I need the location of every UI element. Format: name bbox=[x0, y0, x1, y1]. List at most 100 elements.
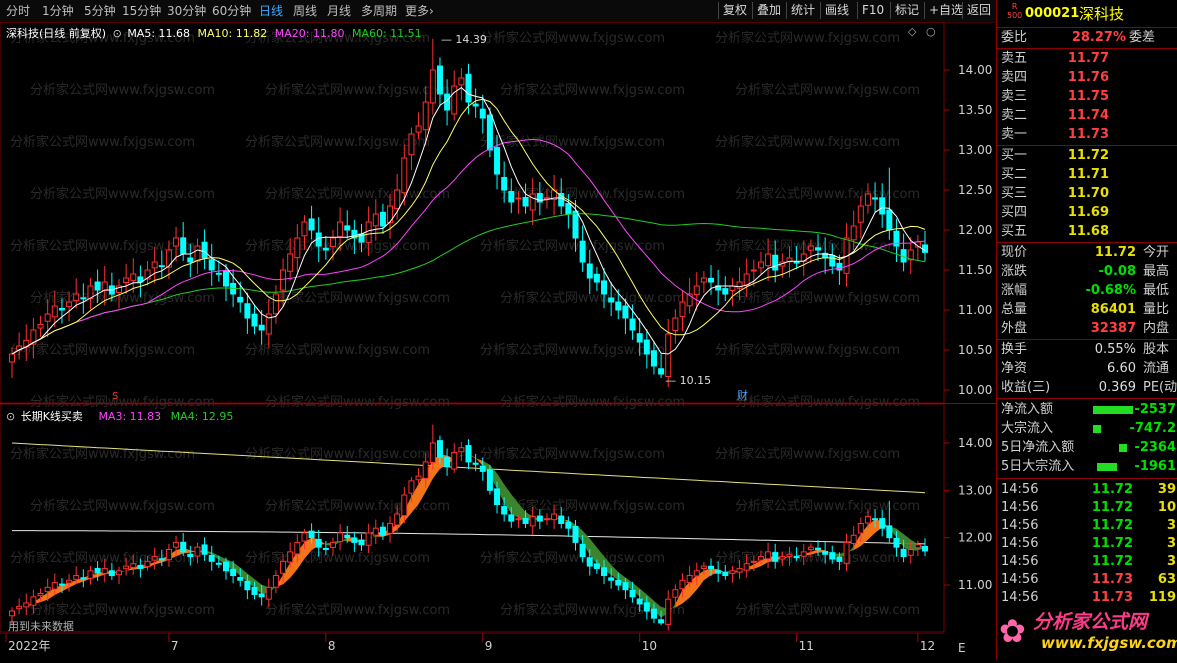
adjust-button[interactable]: 复权 bbox=[718, 2, 751, 19]
bid-price: 11.68 bbox=[1067, 224, 1109, 239]
sub-candle-body bbox=[565, 521, 572, 529]
low-label: — 10.15 bbox=[665, 374, 711, 387]
sub-candle-body bbox=[807, 546, 814, 551]
bid-row[interactable]: 买一 11.72 bbox=[999, 147, 1176, 165]
tab-60min[interactable]: 60分钟 bbox=[212, 3, 251, 19]
quote-label: 涨幅 bbox=[1001, 283, 1028, 298]
sub-candle-body bbox=[829, 552, 836, 560]
tab-more[interactable]: 更多› bbox=[405, 3, 434, 19]
bid-row[interactable]: 买二 11.71 bbox=[999, 166, 1176, 184]
sub-candle-body bbox=[786, 553, 793, 557]
bid-price: 11.69 bbox=[1067, 205, 1109, 220]
sub-candle-body bbox=[258, 593, 265, 598]
tick-volume: 10 bbox=[1157, 500, 1176, 515]
tab-daily[interactable]: 日线 bbox=[259, 3, 283, 19]
sub-candle-body bbox=[750, 560, 757, 563]
settings-icon[interactable]: ⊙ bbox=[6, 410, 15, 423]
ask-row[interactable]: 卖四 11.76 bbox=[999, 69, 1176, 87]
tab-weekly[interactable]: 周线 bbox=[293, 3, 317, 19]
candle-body bbox=[815, 247, 822, 251]
sub-candle-body bbox=[765, 551, 772, 560]
bid-label: 买二 bbox=[1001, 167, 1028, 182]
main-tick-label: 11.50 bbox=[958, 263, 992, 277]
chevron-down-icon[interactable]: ⊙ bbox=[113, 27, 122, 40]
stats-button[interactable]: 统计 bbox=[786, 2, 819, 19]
watermark-text: 分析家公式网www.fxjgsw.com bbox=[265, 82, 450, 98]
watermark-text: 分析家公式网www.fxjgsw.com bbox=[265, 498, 450, 514]
tab-30min[interactable]: 30分钟 bbox=[167, 3, 206, 19]
overlay-button[interactable]: 叠加 bbox=[752, 2, 785, 19]
candle-body bbox=[472, 103, 479, 107]
mark-button[interactable]: 标记 bbox=[890, 2, 923, 19]
candle-body bbox=[372, 213, 379, 227]
sub-candle-body bbox=[850, 534, 857, 544]
add-watchlist-button[interactable]: +自选 bbox=[924, 2, 967, 19]
candle-body bbox=[693, 285, 700, 296]
candle-body bbox=[158, 265, 165, 268]
bid-label: 买五 bbox=[1001, 224, 1028, 239]
sub-candle-body bbox=[693, 570, 700, 577]
flow-bar bbox=[1097, 463, 1117, 471]
sub-candle-body bbox=[572, 526, 579, 543]
candle-body bbox=[251, 313, 258, 327]
sub-candle-body bbox=[365, 532, 372, 546]
flow-value: -2537 bbox=[1134, 402, 1176, 417]
date-label: 8 bbox=[328, 639, 336, 653]
ask-row[interactable]: 卖二 11.74 bbox=[999, 107, 1176, 125]
watermark-text: 分析家公式网www.fxjgsw.com bbox=[480, 30, 665, 46]
ask-row[interactable]: 卖三 11.75 bbox=[999, 88, 1176, 106]
f10-button[interactable]: F10 bbox=[857, 2, 888, 19]
ma5-value: MA5: 11.68 bbox=[127, 27, 191, 40]
sub-candle-body bbox=[465, 445, 472, 463]
candle-body bbox=[44, 313, 51, 322]
finance-marker[interactable]: 财 bbox=[737, 388, 748, 402]
sub-candle-body bbox=[501, 506, 508, 515]
sub-candle-body bbox=[37, 593, 44, 597]
sub-candle-body bbox=[73, 575, 80, 580]
brand-name: 分析家公式网 bbox=[1033, 611, 1148, 633]
tab-multi-period[interactable]: 多周期 bbox=[361, 3, 397, 19]
sub-candle-body bbox=[422, 461, 429, 479]
candle-body bbox=[593, 273, 600, 283]
candle-body bbox=[508, 190, 515, 203]
fund-label: 换手 bbox=[1001, 342, 1028, 357]
bid-row[interactable]: 买三 11.70 bbox=[999, 185, 1176, 203]
candle-body bbox=[672, 317, 679, 332]
candle-body bbox=[494, 147, 501, 175]
back-button[interactable]: 返回 bbox=[962, 2, 995, 19]
candle-body bbox=[465, 73, 472, 103]
candle-body bbox=[479, 108, 486, 119]
candle-body bbox=[244, 303, 251, 319]
tab-1min[interactable]: 1分钟 bbox=[42, 3, 74, 19]
tab-15min[interactable]: 15分钟 bbox=[122, 3, 161, 19]
tab-5min[interactable]: 5分钟 bbox=[84, 3, 116, 19]
sub-candle-body bbox=[394, 513, 401, 526]
tick-time: 14:56 bbox=[1001, 482, 1039, 497]
diamond-icon[interactable]: ◇ bbox=[908, 25, 916, 38]
close-icon[interactable]: ○ bbox=[926, 25, 936, 38]
chart-area[interactable]: 分析家公式网www.fxjgsw.com 分析家公式网www.fxjgsw.com… bbox=[0, 21, 996, 660]
candle-body bbox=[94, 281, 101, 291]
tab-monthly[interactable]: 月线 bbox=[327, 3, 351, 19]
candle-body bbox=[765, 253, 772, 267]
fund-value: 0.55% bbox=[1094, 342, 1136, 357]
sub-candle-body bbox=[522, 517, 529, 524]
divider bbox=[997, 48, 1177, 49]
sub-candle-body bbox=[679, 579, 686, 590]
sub-candle-body bbox=[601, 567, 608, 577]
draw-button[interactable]: 画线 bbox=[820, 2, 853, 19]
ma3-value: MA3: 11.83 bbox=[98, 410, 162, 423]
tab-intraday[interactable]: 分时 bbox=[6, 3, 30, 19]
bid-row[interactable]: 买五 11.68 bbox=[999, 223, 1176, 241]
ask-row[interactable]: 卖一 11.73 bbox=[999, 126, 1176, 144]
bid-row[interactable]: 买四 11.69 bbox=[999, 204, 1176, 222]
candle-body bbox=[308, 218, 315, 231]
candle-body bbox=[408, 133, 415, 156]
sub-candle-body bbox=[708, 565, 715, 569]
date-label: 9 bbox=[485, 639, 493, 653]
divider bbox=[997, 27, 1177, 28]
candle-body bbox=[394, 189, 401, 210]
sub-candle-body bbox=[173, 541, 180, 548]
sub-candle-body bbox=[272, 575, 279, 588]
ask-row[interactable]: 卖五 11.77 bbox=[999, 50, 1176, 68]
